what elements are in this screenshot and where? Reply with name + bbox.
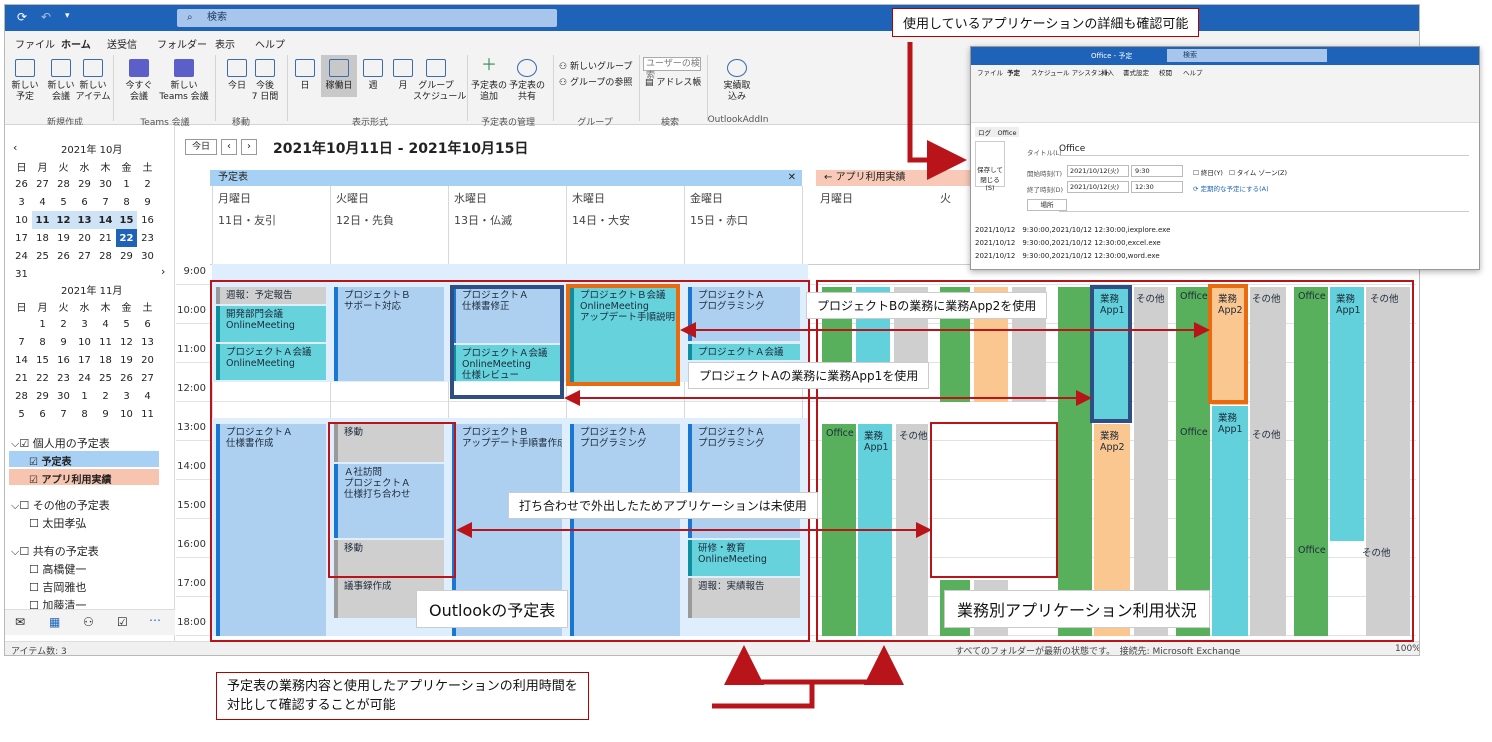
callout-outlook-schedule: Outlookの予定表 xyxy=(416,590,569,628)
callout-app-usage: 業務別アプリケーション利用状況 xyxy=(944,590,1210,628)
callout-projA-app1: プロジェクトAの業務に業務App1を使用 xyxy=(688,362,930,389)
callout-compare: 予定表の業務内容と使用したアプリケーションの利用時間を 対比して確認することが可… xyxy=(216,672,589,720)
callout-projB-app2: プロジェクトBの業務に業務App2を使用 xyxy=(806,292,1048,319)
callout-unused: 打ち合わせで外出したためアプリケーションは未使用 xyxy=(508,492,818,519)
callout-details: 使用しているアプリケーションの詳細も確認可能 xyxy=(892,8,1200,37)
